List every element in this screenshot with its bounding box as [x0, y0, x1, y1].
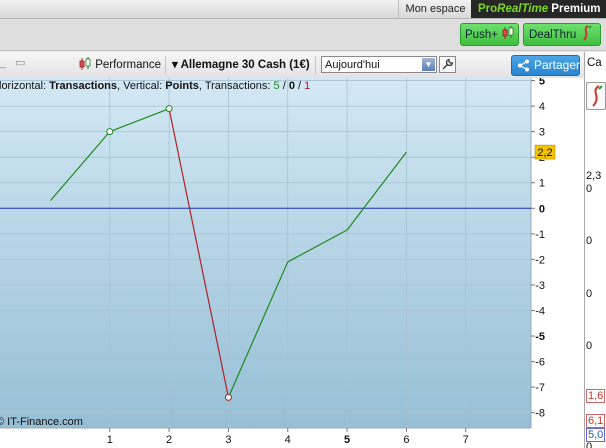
period-select[interactable]: Aujourd'hui ▼	[321, 56, 437, 73]
side-value: 0	[586, 288, 593, 300]
wrench-icon	[442, 58, 454, 70]
x-tick-label: 3	[225, 434, 231, 446]
toolbar-divider	[165, 56, 166, 74]
mon-espace-link[interactable]: Mon espace	[398, 0, 472, 18]
side-value: 0	[586, 183, 593, 195]
instrument-label: Allemagne 30 Cash (1€)	[180, 59, 310, 71]
y-tick-label: -6	[535, 357, 545, 369]
brand-premium: Premium	[548, 3, 601, 15]
period-value: Aujourd'hui	[325, 59, 380, 71]
y-tick-label: -8	[535, 408, 545, 420]
dealthru-icon[interactable]	[586, 82, 606, 110]
header-horizontal-value: Transactions	[49, 80, 117, 92]
brand-realtime: RealTime	[497, 3, 549, 15]
current-value-label: 2,2	[537, 147, 552, 159]
side-value: 0	[586, 441, 593, 448]
header-vertical-value: Points	[165, 80, 199, 92]
performance-chart[interactable]: 543210-1-2-3-4-5-6-7-8 1234567 2,2 loriz…	[0, 78, 584, 448]
header-mid: , Vertical:	[117, 80, 165, 92]
dealthru-swirl-icon	[582, 25, 592, 41]
prorealtime-premium-badge: ProRealTime Premium	[471, 0, 606, 18]
side-value: 1,6	[586, 389, 606, 403]
y-tick-label: -7	[535, 382, 545, 394]
y-tick-label: -4	[535, 305, 545, 317]
toolbar-divider	[315, 56, 316, 74]
x-tick-label: 2	[166, 434, 172, 446]
second-bar: Push+ DealThru	[0, 19, 606, 51]
share-label: Partager	[534, 58, 581, 72]
side-value: 5,0	[586, 428, 606, 442]
side-value: 6,1	[586, 414, 606, 428]
settings-button[interactable]	[439, 56, 456, 73]
y-tick-label: 3	[539, 127, 545, 139]
y-tick-label: 1	[539, 178, 545, 190]
performance-button[interactable]: Performance	[78, 57, 161, 74]
data-point-marker	[106, 128, 114, 136]
push-plus-button[interactable]: Push+	[460, 23, 519, 46]
side-value: 0	[586, 340, 593, 352]
header-prefix: lorizontal:	[0, 80, 49, 92]
x-axis-panel	[0, 428, 531, 448]
side-panel-title: Ca	[587, 57, 602, 69]
side-panel: Ca 2,3 0 0 0 0 1,6 6,1 5,0 0	[584, 52, 606, 448]
y-tick-label: -2	[535, 254, 545, 266]
y-tick-label: -5	[535, 331, 545, 343]
data-point-marker	[224, 393, 232, 401]
share-icon	[518, 59, 529, 72]
instrument-dropdown-icon: ▾	[172, 59, 178, 71]
y-tick-label: 5	[539, 78, 545, 88]
push-plus-label: Push+	[465, 29, 498, 41]
chevron-down-icon: ▼	[422, 58, 435, 71]
y-tick-label: -1	[535, 229, 545, 241]
x-tick-label: 5	[344, 434, 350, 446]
performance-label: Performance	[95, 59, 162, 71]
header-sep: /	[295, 80, 304, 92]
top-bar: Mon espace ProRealTime Premium	[0, 0, 606, 19]
data-point-marker	[165, 105, 173, 113]
y-tick-label: 0	[539, 203, 545, 215]
instrument-selector[interactable]: ▾ Allemagne 30 Cash (1€)	[172, 57, 310, 71]
candlestick-icon	[502, 26, 514, 39]
x-tick-label: 6	[403, 434, 409, 446]
candlestick-icon	[79, 57, 91, 70]
window-controls[interactable]: _ ▭	[0, 56, 29, 69]
x-tick-label: 1	[107, 434, 113, 446]
brand-pro: Pro	[478, 3, 498, 15]
header-transactions-label: , Transactions:	[199, 80, 274, 92]
swirl-icon	[592, 85, 603, 107]
dealthru-label: DealThru	[529, 29, 577, 41]
side-value: 2,3	[586, 170, 602, 182]
side-value: 0	[586, 235, 593, 247]
x-tick-label: 7	[463, 434, 469, 446]
transactions-loss-count: 1	[304, 80, 310, 92]
plot-area	[0, 78, 531, 428]
chart-toolbar: _ ▭ Performance ▾ Allemagne 30 Cash (1€)…	[0, 52, 584, 79]
share-button[interactable]: Partager	[511, 55, 580, 76]
watermark: © IT-Finance.com	[0, 416, 83, 428]
y-tick-label: -3	[535, 280, 545, 292]
x-tick-label: 4	[285, 434, 291, 446]
chart-header: lorizontal: Transactions, Vertical: Poin…	[0, 80, 310, 92]
dealthru-button[interactable]: DealThru	[523, 23, 601, 46]
header-sep: /	[280, 80, 289, 92]
y-tick-label: 4	[539, 101, 545, 113]
